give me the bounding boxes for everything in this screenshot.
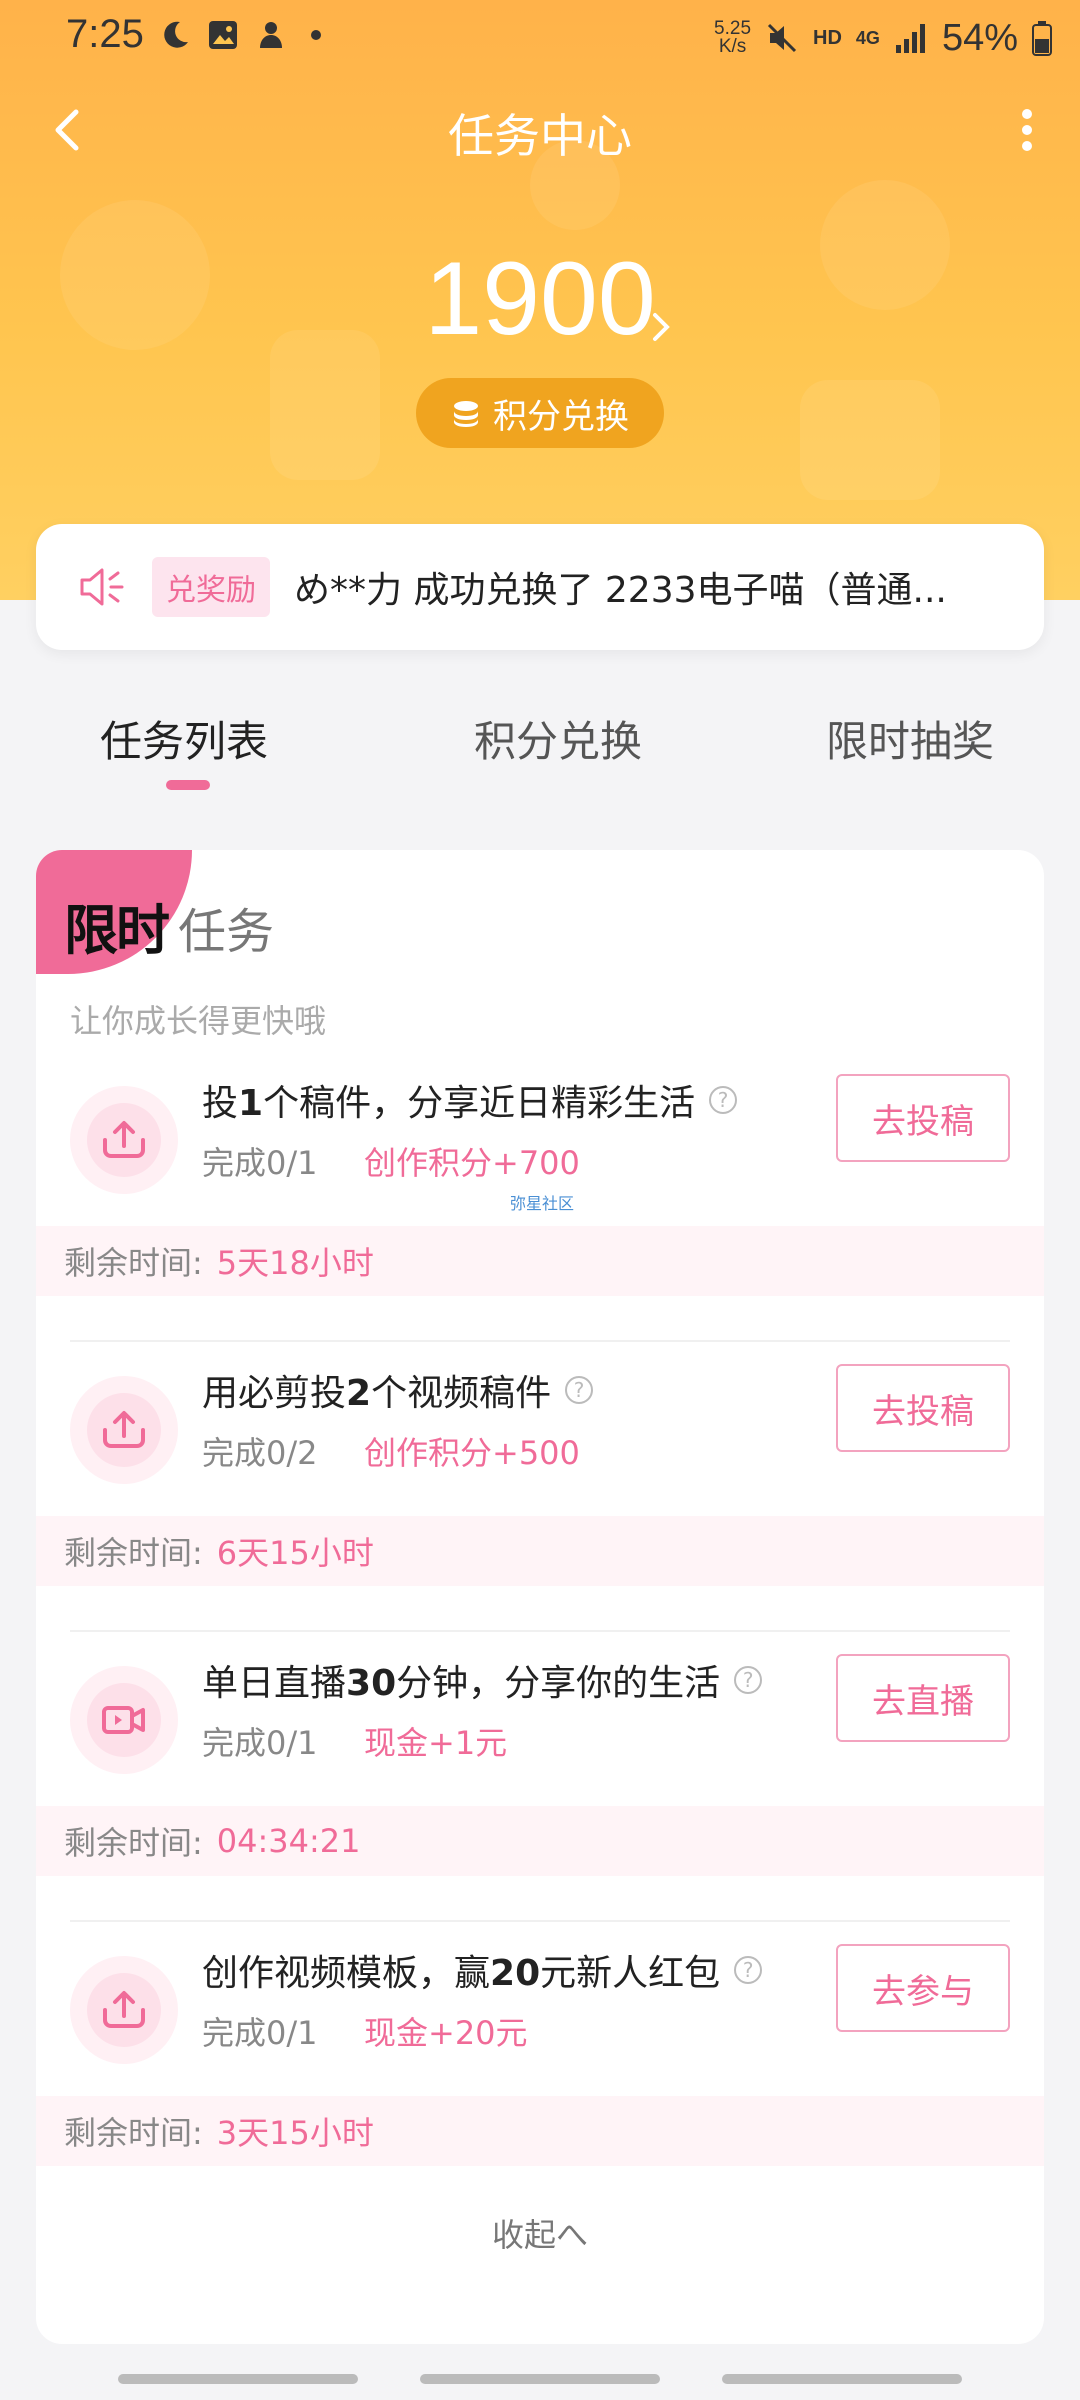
task-reward: 创作积分+500 — [364, 1434, 580, 1472]
tab-bar: 任务列表 积分兑换 限时抽奖 — [0, 700, 1080, 800]
notice-badge: 兑奖励 — [152, 557, 270, 617]
task-title-suffix: 元新人红包 — [540, 1953, 721, 1994]
task-progress: 完成0/2 — [202, 1434, 318, 1472]
task-title-number: 2 — [346, 1373, 372, 1414]
remaining-time-label: 剩余时间: — [64, 1244, 203, 1282]
join-button[interactable]: 去参与 — [836, 1944, 1010, 2032]
mute-icon — [767, 23, 797, 53]
points-balance[interactable]: 1900 — [0, 240, 1080, 359]
task-item: 创作视频模板，赢20元新人红包 ? 完成0/1 现金+20元 去参与 剩余时间:… — [36, 1944, 1044, 2210]
help-icon[interactable]: ? — [565, 1376, 594, 1404]
task-title-prefix: 投 — [202, 1083, 239, 1124]
remaining-time-strip: 剩余时间: 04:34:21 — [36, 1806, 1044, 1876]
task-title-suffix: 个视频稿件 — [371, 1373, 552, 1414]
dot-icon — [311, 30, 321, 40]
status-bar: 7:25 5.25 K/s HD 4G 54% — [0, 0, 1080, 74]
task-title-prefix: 单日直播 — [202, 1663, 347, 1704]
remaining-time-value: 3天15小时 — [216, 2114, 374, 2152]
go-live-button[interactable]: 去直播 — [836, 1654, 1010, 1742]
nav-gesture-bar — [118, 2374, 358, 2384]
task-item: 用必剪投2个视频稿件 ? 完成0/2 创作积分+500 去投稿 剩余时间: 6天… — [36, 1364, 1044, 1632]
task-item: 单日直播30分钟，分享你的生活 ? 完成0/1 现金+1元 去直播 剩余时间: … — [36, 1654, 1044, 1922]
remaining-time-value: 6天15小时 — [216, 1534, 374, 1572]
task-progress: 完成0/1 — [202, 2014, 318, 2052]
video-camera-icon — [102, 1706, 145, 1734]
app-notification-icon — [260, 22, 282, 48]
remaining-time-strip: 剩余时间: 5天18小时 — [36, 1226, 1044, 1296]
task-reward: 创作积分+700 — [364, 1144, 580, 1182]
task-progress: 完成0/1 — [202, 1724, 318, 1762]
points-exchange-button[interactable]: 积分兑换 — [416, 378, 664, 448]
nav-gesture-bar — [420, 2374, 660, 2384]
task-title-prefix: 创作视频模板，赢 — [202, 1953, 491, 1994]
signal-icon — [895, 24, 925, 53]
task-title-number: 20 — [490, 1953, 541, 1994]
battery-icon — [1032, 21, 1052, 56]
task-reward: 现金+1元 — [364, 1724, 508, 1762]
more-options-icon[interactable] — [1002, 100, 1052, 160]
task-title-number: 1 — [238, 1083, 264, 1124]
task-title: 用必剪投2个视频稿件 ? — [202, 1364, 594, 1416]
remaining-time-label: 剩余时间: — [64, 1824, 203, 1862]
decor-shape — [800, 380, 940, 500]
notice-text: め**力 成功兑换了 2233电子喵（普通... — [294, 570, 947, 611]
page-title: 任务中心 — [448, 109, 632, 163]
network-type: 4G — [855, 28, 880, 48]
upload-icon — [103, 1121, 145, 1158]
limited-subtitle: 让你成长得更快哦 — [70, 1002, 327, 1040]
limited-title: 限时 — [64, 899, 170, 962]
chevron-right-icon[interactable] — [650, 310, 672, 344]
task-reward: 现金+20元 — [364, 2014, 528, 2052]
remaining-time-value: 5天18小时 — [216, 1244, 374, 1282]
task-icon-wrap — [70, 1376, 178, 1484]
task-title-number: 30 — [346, 1663, 397, 1704]
points-exchange-label: 积分兑换 — [493, 396, 629, 437]
tab-points-exchange[interactable]: 积分兑换 — [474, 708, 642, 769]
task-icon-wrap — [70, 1666, 178, 1774]
tab-limited-lottery[interactable]: 限时抽奖 — [826, 708, 994, 769]
coins-icon — [454, 401, 478, 427]
battery-level: 54% — [941, 16, 1018, 59]
tab-task-list[interactable]: 任务列表 — [100, 708, 268, 769]
divider — [70, 1920, 1010, 1922]
task-title: 单日直播30分钟，分享你的生活 ? — [202, 1654, 763, 1706]
help-icon[interactable]: ? — [734, 1956, 763, 1984]
remaining-time-value: 04:34:21 — [216, 1822, 361, 1860]
submit-post-button[interactable]: 去投稿 — [836, 1074, 1010, 1162]
task-title-suffix: 个稿件，分享近日精彩生活 — [263, 1083, 696, 1124]
submit-post-button[interactable]: 去投稿 — [836, 1364, 1010, 1452]
moon-icon — [164, 21, 188, 48]
remaining-time-strip: 剩余时间: 3天15小时 — [36, 2096, 1044, 2166]
remaining-time-label: 剩余时间: — [64, 2114, 203, 2152]
limited-title-suffix: 任务 — [178, 904, 275, 960]
speaker-icon — [80, 568, 124, 606]
watermark: 弥星社区 — [510, 1194, 575, 1213]
task-progress: 完成0/1 — [202, 1144, 318, 1182]
limited-task-card: 限时 任务 让你成长得更快哦 投1个稿件，分享近日精彩生活 ? 完成0/1 创作… — [36, 850, 1044, 2344]
task-title-suffix: 分钟，分享你的生活 — [396, 1663, 721, 1704]
remaining-time-label: 剩余时间: — [64, 1534, 203, 1572]
status-time: 7:25 — [66, 12, 144, 56]
remaining-time-strip: 剩余时间: 6天15小时 — [36, 1516, 1044, 1586]
divider — [70, 1630, 1010, 1632]
collapse-button[interactable]: 收起へ — [36, 2210, 1044, 2256]
nav-gesture-bar — [722, 2374, 962, 2384]
task-title-prefix: 用必剪投 — [202, 1373, 347, 1414]
image-icon — [209, 21, 237, 49]
divider — [70, 1340, 1010, 1342]
task-icon-wrap — [70, 1956, 178, 2064]
task-title: 创作视频模板，赢20元新人红包 ? — [202, 1944, 763, 1996]
task-title: 投1个稿件，分享近日精彩生活 ? — [202, 1074, 738, 1126]
upload-icon — [103, 1411, 145, 1448]
help-icon[interactable]: ? — [709, 1086, 738, 1114]
active-tab-indicator — [166, 780, 210, 790]
hd-indicator: HD — [813, 26, 842, 49]
upload-icon — [103, 1991, 145, 2028]
task-icon-wrap — [70, 1086, 178, 1194]
reward-notice-bar[interactable]: 兑奖励 め**力 成功兑换了 2233电子喵（普通... — [36, 524, 1044, 650]
help-icon[interactable]: ? — [734, 1666, 763, 1694]
network-speed: 5.25 K/s — [714, 19, 751, 57]
network-speed-unit: K/s — [718, 36, 747, 57]
